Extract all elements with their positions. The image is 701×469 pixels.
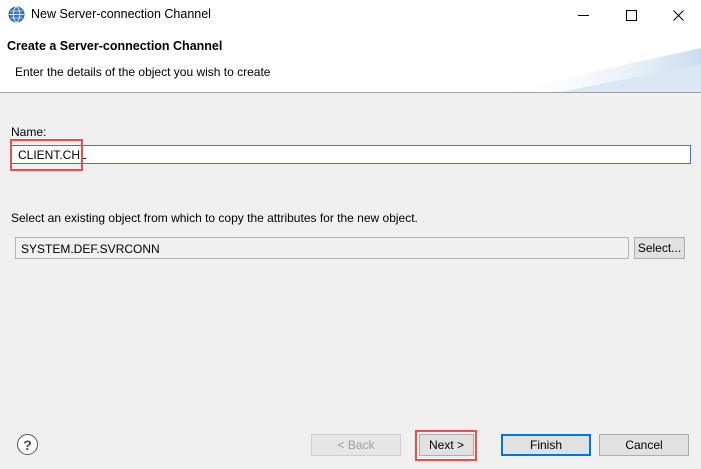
window-title: New Server-connection Channel <box>31 7 211 21</box>
maximize-button[interactable] <box>608 0 654 30</box>
copy-source-field: SYSTEM.DEF.SVRCONN <box>15 237 629 259</box>
minimize-icon <box>577 10 589 21</box>
maximize-icon <box>625 9 637 21</box>
wizard-banner: Create a Server-connection Channel Enter… <box>0 30 701 92</box>
close-icon <box>672 9 684 21</box>
cancel-button[interactable]: Cancel <box>599 434 689 456</box>
banner-decoration <box>501 48 701 92</box>
minimize-button[interactable] <box>560 0 606 30</box>
globe-icon <box>8 6 25 23</box>
help-button[interactable]: ? <box>17 434 38 455</box>
name-input[interactable] <box>11 145 691 164</box>
next-button[interactable]: Next > <box>419 434 474 456</box>
title-bar: New Server-connection Channel <box>0 0 701 30</box>
banner-divider <box>0 92 701 93</box>
copy-attributes-label: Select an existing object from which to … <box>11 211 418 225</box>
help-icon: ? <box>23 436 32 453</box>
banner-description: Enter the details of the object you wish… <box>15 65 271 79</box>
select-button[interactable]: Select... <box>634 237 685 259</box>
close-button[interactable] <box>655 0 701 30</box>
name-label: Name: <box>11 125 47 139</box>
back-button[interactable]: < Back <box>311 434 401 456</box>
banner-title: Create a Server-connection Channel <box>7 39 223 53</box>
finish-button[interactable]: Finish <box>501 434 591 456</box>
